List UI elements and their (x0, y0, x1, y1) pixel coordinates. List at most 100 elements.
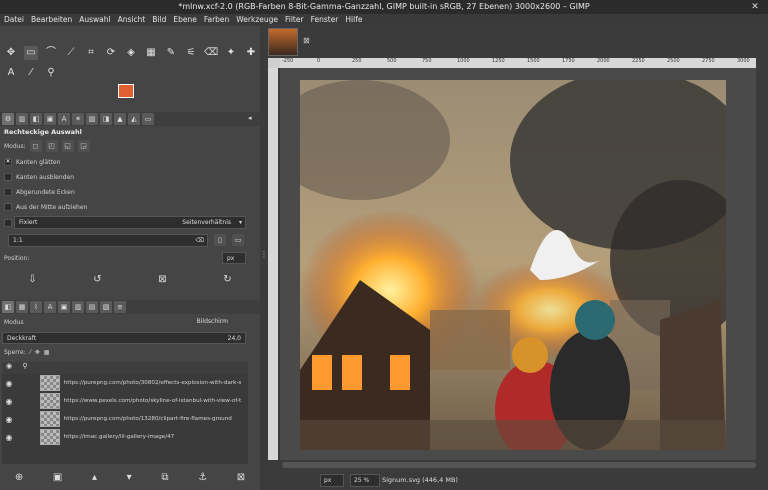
delete-layer-icon[interactable]: ⊠ (237, 472, 245, 486)
opacity-slider[interactable]: Deckkraft 24,0 (2, 332, 246, 344)
vertical-scrollbar[interactable] (758, 68, 766, 460)
fixed-dropdown[interactable]: Fixiert Seitenverhältnis ▾ (14, 216, 246, 229)
menu-item-farben[interactable]: Farben (204, 14, 229, 26)
heal-tool-icon[interactable]: ✚ (244, 46, 258, 60)
channels2-tab[interactable]: ▦ (16, 301, 28, 313)
eye-icon[interactable]: ◉ (2, 415, 16, 424)
restore-options-icon[interactable]: ↺ (93, 274, 101, 288)
lock-position-icon[interactable]: ✥ (35, 349, 40, 356)
unit-selector[interactable]: px (320, 474, 344, 487)
close-image-tab-icon[interactable]: ⊠ (303, 36, 310, 45)
expand-center-checkbox[interactable] (4, 203, 12, 211)
raise-layer-icon[interactable]: ▴ (92, 472, 97, 486)
menu-item-hilfe[interactable]: Hilfe (345, 14, 362, 26)
device-status-tab[interactable]: ▥ (16, 113, 28, 125)
canvas-image[interactable] (300, 80, 726, 450)
vertical-ruler[interactable] (268, 68, 278, 460)
text-tool-icon[interactable]: A (4, 66, 18, 80)
zoom-selector[interactable]: 25 % (350, 474, 380, 487)
fonts2-tab[interactable]: A (44, 301, 56, 313)
bucket-fill-tool-icon[interactable]: ◈ (124, 46, 138, 60)
ratio-input[interactable]: 1:1 ⌫ (8, 234, 208, 247)
eye-icon[interactable]: ◉ (2, 397, 16, 406)
layer-row[interactable]: ◉ https://imac.gallery/lil-gallery-image… (2, 428, 248, 446)
fuzzy-select-tool-icon[interactable]: ⟋ (64, 46, 78, 60)
paintbrush-tool-icon[interactable]: ✎ (164, 46, 178, 60)
tab-menu-icon[interactable]: ◂ (248, 114, 252, 122)
menu-item-bearbeiten[interactable]: Bearbeiten (31, 14, 72, 26)
palettes2-tab[interactable]: ▤ (86, 301, 98, 313)
smooth-edges-row[interactable]: ✕ Kanten glätten (4, 158, 60, 166)
layer-row[interactable]: ◉ https://purepng.com/photo/13280/clipar… (2, 410, 248, 428)
layer-mode-dropdown[interactable]: Bildschirm (120, 316, 228, 328)
close-icon[interactable]: ✕ (748, 0, 762, 14)
rounded-corners-row[interactable]: Abgerundete Ecken (4, 188, 75, 196)
unit-dropdown[interactable]: px (222, 252, 246, 264)
images-tab[interactable]: ▣ (44, 113, 56, 125)
feather-edges-checkbox[interactable] (4, 173, 12, 181)
horizontal-ruler[interactable]: -250 0 250 500 750 1000 1250 1500 1750 2000 2250 25… (280, 58, 756, 68)
menu-item-datei[interactable]: Datei (4, 14, 24, 26)
clear-icon[interactable]: ⌫ (196, 235, 204, 246)
free-select-tool-icon[interactable]: ⌒ (44, 46, 58, 60)
crop-tool-icon[interactable]: ⌗ (84, 46, 98, 60)
eye-icon[interactable]: ◉ (2, 433, 16, 442)
fixed-checkbox[interactable] (4, 219, 12, 227)
lower-layer-icon[interactable]: ▾ (127, 472, 132, 486)
color-swatches[interactable] (118, 84, 146, 110)
undo-history-tab[interactable]: ◧ (30, 113, 42, 125)
mode-intersect-button[interactable]: ◲ (77, 140, 90, 152)
tool-options-tab[interactable]: ⚙ (2, 113, 14, 125)
lock-pixels-icon[interactable]: ⁄ (30, 349, 31, 356)
patterns2-tab[interactable]: ▥ (72, 301, 84, 313)
horizontal-scrollbar[interactable] (282, 462, 756, 468)
airbrush-tool-icon[interactable]: ⚟ (184, 46, 198, 60)
mode-replace-button[interactable]: ◻ (29, 140, 42, 152)
layer-row[interactable]: ◉ https://purepng.com/photo/30802/effect… (2, 374, 248, 392)
fonts-tab[interactable]: A (58, 113, 70, 125)
layer-row[interactable]: ◉ https://www.pexels.com/photo/skyline-o… (2, 392, 248, 410)
history2-tab[interactable]: ▧ (100, 301, 112, 313)
expand-center-row[interactable]: Aus der Mitte aufziehen (4, 203, 87, 211)
smooth-edges-checkbox[interactable]: ✕ (4, 158, 12, 166)
paths-tab[interactable]: ⌇ (30, 301, 42, 313)
display-tab[interactable]: ▭ (142, 113, 154, 125)
gradient-tool-icon[interactable]: ▦ (144, 46, 158, 60)
palettes-tab[interactable]: ▲ (114, 113, 126, 125)
menu-item-ebene[interactable]: Ebene (173, 14, 196, 26)
eye-icon[interactable]: ◉ (2, 379, 16, 388)
gradients-tab[interactable]: ◨ (100, 113, 112, 125)
brushes-tab[interactable]: ✶ (72, 113, 84, 125)
menu-item-ansicht[interactable]: Ansicht (118, 14, 146, 26)
menu-item-werkzeuge[interactable]: Werkzeuge (236, 14, 278, 26)
image-tab-thumbnail[interactable] (268, 28, 298, 56)
menu-item-bild[interactable]: Bild (152, 14, 166, 26)
new-layer-icon[interactable]: ⊕ (15, 472, 23, 486)
menu-item-filter[interactable]: Filter (285, 14, 304, 26)
layers-tab[interactable]: ◧ (2, 301, 14, 313)
anchor-layer-icon[interactable]: ⚓ (198, 472, 207, 486)
mode-subtract-button[interactable]: ◱ (61, 140, 74, 152)
rect-select-tool-icon[interactable]: ▭ (24, 46, 38, 60)
new-group-icon[interactable]: ▣ (53, 472, 62, 486)
brushes2-tab[interactable]: ≡ (114, 301, 126, 313)
clone-tool-icon[interactable]: ✦ (224, 46, 238, 60)
rounded-corners-checkbox[interactable] (4, 188, 12, 196)
channels-tab[interactable]: ◭ (128, 113, 140, 125)
color-picker-tool-icon[interactable]: ⁄ (24, 66, 38, 80)
landscape-button[interactable]: ▭ (232, 234, 244, 246)
foreground-color[interactable] (118, 84, 134, 98)
delete-options-icon[interactable]: ⊠ (158, 274, 166, 288)
menu-item-auswahl[interactable]: Auswahl (79, 14, 110, 26)
duplicate-layer-icon[interactable]: ⧉ (161, 472, 168, 486)
feather-edges-row[interactable]: Kanten ausblenden (4, 173, 74, 181)
ruler-corner[interactable] (268, 58, 280, 68)
images2-tab[interactable]: ▣ (58, 301, 70, 313)
eraser-tool-icon[interactable]: ⌫ (204, 46, 218, 60)
zoom-tool-icon[interactable]: ⚲ (44, 66, 58, 80)
move-tool-icon[interactable]: ✥ (4, 46, 18, 60)
save-options-icon[interactable]: ⇩ (28, 274, 36, 288)
reset-options-icon[interactable]: ↻ (223, 274, 231, 288)
menu-item-fenster[interactable]: Fenster (311, 14, 339, 26)
portrait-button[interactable]: ▯ (214, 234, 226, 246)
